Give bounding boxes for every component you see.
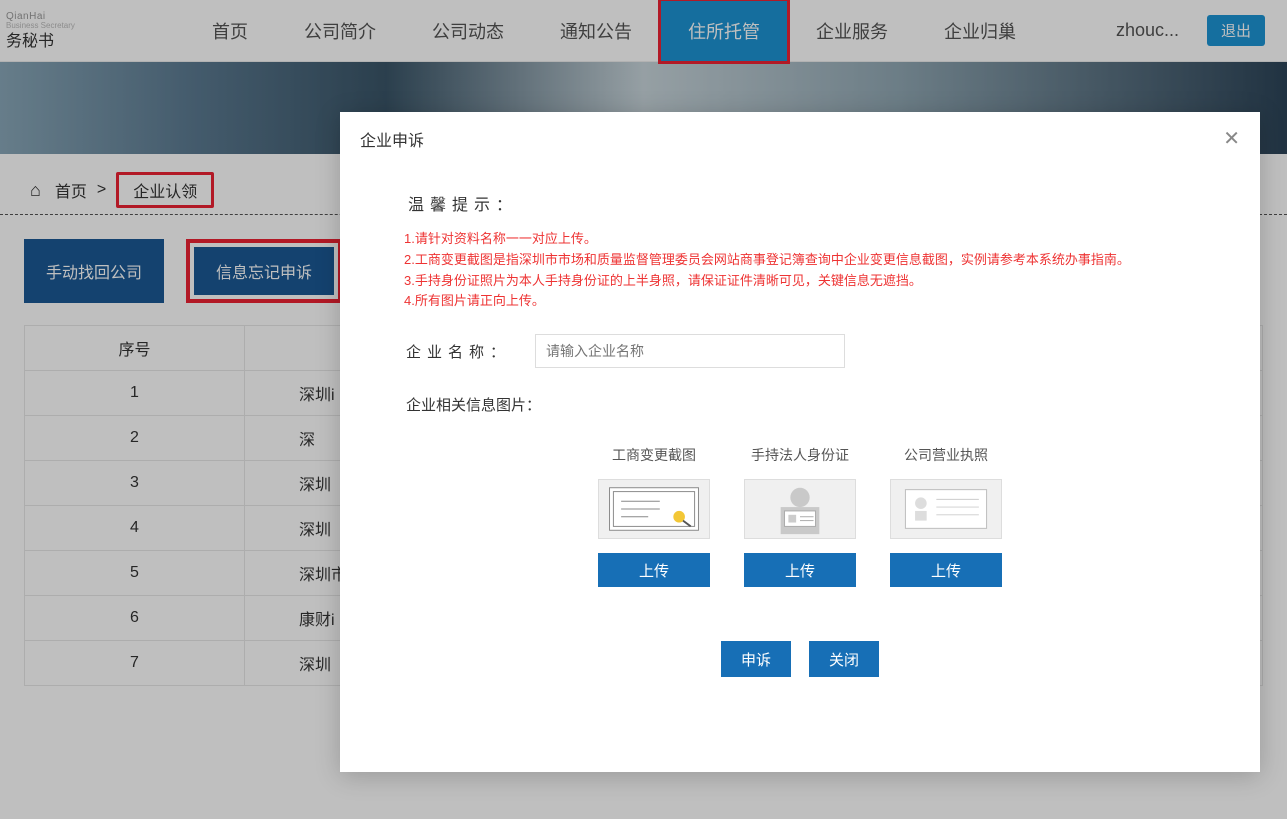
company-name-label: 企业名称： [406,341,511,362]
tip-line: 3.手持身份证照片为本人手持身份证的上半身照，请保证证件清晰可见，关键信息无遮挡… [404,271,1200,292]
upload-col-0: 工商变更截图上传 [594,445,714,587]
submit-button[interactable]: 申诉 [721,641,791,677]
upload-section-label: 企业相关信息图片： [406,394,1200,415]
upload-caption: 公司营业执照 [904,445,988,465]
tip-heading: 温馨提示： [408,191,1200,215]
upload-caption: 工商变更截图 [612,445,696,465]
modal-title: 企业申诉 [360,127,424,151]
upload-thumb-icon[interactable] [598,479,710,539]
upload-thumb-icon[interactable] [890,479,1002,539]
company-name-row: 企业名称： [406,334,1200,368]
tip-list: 1.请针对资料名称一一对应上传。2.工商变更截图是指深圳市市场和质量监督管理委员… [400,229,1200,312]
tip-line: 2.工商变更截图是指深圳市市场和质量监督管理委员会网站商事登记簿查询中企业变更信… [404,250,1200,271]
appeal-modal: 企业申诉 ✕ 温馨提示： 1.请针对资料名称一一对应上传。2.工商变更截图是指深… [340,112,1260,772]
company-name-input[interactable] [535,334,845,368]
upload-col-1: 手持法人身份证上传 [740,445,860,587]
upload-button[interactable]: 上传 [744,553,856,587]
upload-thumb-icon[interactable] [744,479,856,539]
upload-button[interactable]: 上传 [598,553,710,587]
upload-caption: 手持法人身份证 [751,445,849,465]
tip-line: 1.请针对资料名称一一对应上传。 [404,229,1200,250]
tip-line: 4.所有图片请正向上传。 [404,291,1200,312]
upload-button[interactable]: 上传 [890,553,1002,587]
close-icon[interactable]: ✕ [1223,126,1240,151]
close-button[interactable]: 关闭 [809,641,879,677]
modal-footer: 申诉 关闭 [400,641,1200,677]
upload-col-2: 公司营业执照上传 [886,445,1006,587]
modal-header: 企业申诉 ✕ [340,112,1260,167]
upload-row: 工商变更截图上传手持法人身份证上传公司营业执照上传 [400,445,1200,587]
